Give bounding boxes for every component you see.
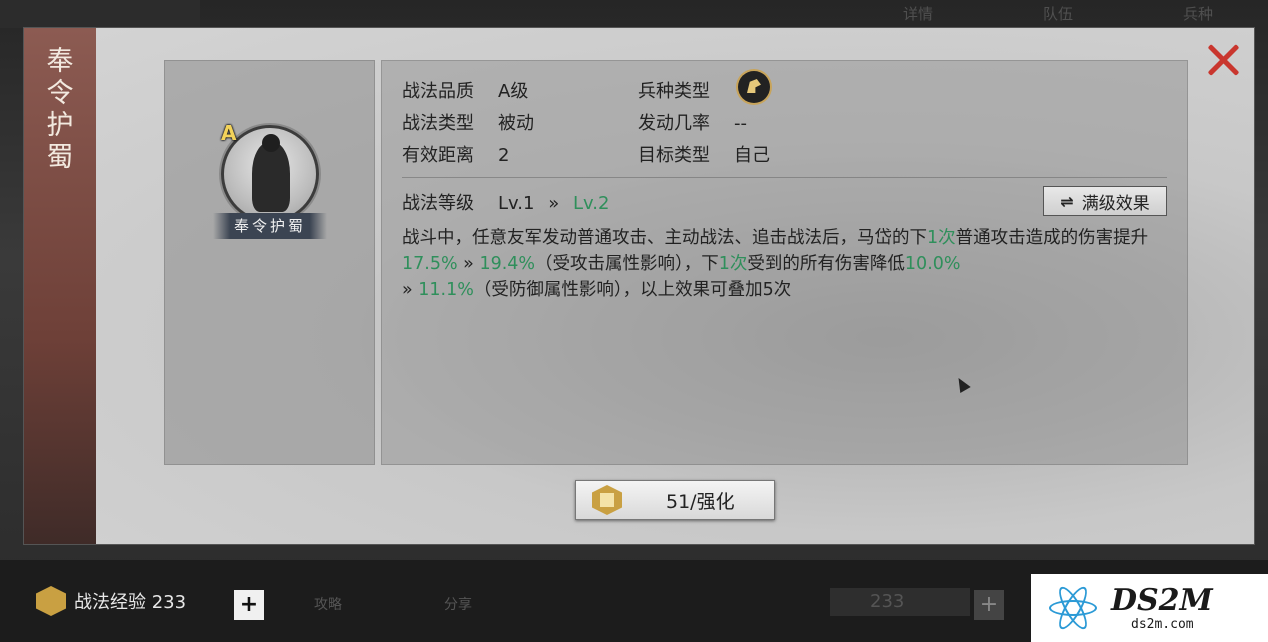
bg-coin-plus: +	[974, 590, 1004, 620]
skill-portrait-box: A 奉令护蜀	[164, 60, 375, 465]
attr-value: 2	[498, 145, 510, 166]
cavalry-horse-icon	[738, 71, 770, 103]
attr-type: 战法类型 被动	[402, 109, 534, 135]
skill-exp-icon	[592, 485, 622, 515]
desc-text: 受到的所有伤害降低	[747, 254, 905, 274]
desc-highlight: 1次	[927, 228, 956, 248]
watermark-logo: DS2M ds2m.com	[1031, 574, 1268, 642]
bg-share-item: 分享	[444, 597, 472, 613]
desc-text: （受攻击属性影响），下	[535, 254, 719, 274]
watermark-url: ds2m.com	[1131, 616, 1194, 632]
attr-value: A级	[498, 81, 529, 102]
attr-target-type: 目标类型 自己	[638, 141, 770, 167]
skill-info-box: 战法品质 A级 战法类型 被动 有效距离 2 兵种类型 发动几率 -- 目标类型 自己 战…	[381, 60, 1188, 465]
attr-label: 目标类型	[638, 145, 710, 166]
attr-value: 自己	[734, 145, 770, 166]
attr-value: 被动	[498, 113, 534, 134]
level-next: Lv.2	[572, 193, 610, 214]
skill-exp-icon	[36, 586, 66, 616]
skill-level-row: 战法等级 Lv.1 » Lv.2	[402, 189, 609, 215]
bg-tab-details: 详情	[902, 5, 933, 23]
skill-exp-label: 战法经验 233	[74, 592, 187, 613]
attr-label: 有效距离	[402, 145, 474, 166]
max-level-effect-button[interactable]: ⇌ 满级效果	[1043, 186, 1167, 216]
watermark-text: DS2M ds2m.com	[1111, 582, 1213, 632]
attr-range: 有效距离 2	[402, 141, 509, 167]
skill-name-banner: 奉令护蜀	[213, 213, 327, 239]
max-effect-label: 满级效果	[1081, 193, 1150, 214]
attr-label: 战法类型	[402, 113, 474, 134]
desc-highlight: 19.4%	[479, 254, 536, 274]
side-title-tab: 奉令护蜀	[24, 28, 96, 544]
bg-tab-troops: 兵种	[1182, 5, 1213, 23]
side-title: 奉令护蜀	[46, 46, 74, 173]
desc-arrow: »	[457, 254, 480, 274]
bg-strategy-item: 攻略	[314, 597, 342, 613]
attr-label: 兵种类型	[638, 81, 710, 102]
watermark-title: DS2M	[1111, 582, 1213, 618]
close-button[interactable]	[1206, 42, 1240, 76]
attr-label: 战法品质	[402, 81, 474, 102]
level-arrow-icon: »	[548, 193, 560, 214]
attr-trigger-rate: 发动几率 --	[638, 109, 747, 135]
desc-text: （受防御属性影响），以上效果可叠加5次	[473, 280, 792, 300]
warrior-head-icon	[262, 134, 280, 152]
skill-exp: 战法经验 233	[36, 586, 186, 616]
bg-coin-counter: 233	[830, 588, 970, 616]
upgrade-button[interactable]: 51/强化	[575, 480, 775, 520]
desc-highlight: 11.1%	[418, 280, 474, 300]
attr-value: --	[734, 113, 747, 134]
bg-tab-team: 队伍	[1042, 5, 1073, 23]
desc-arrow: »	[402, 280, 419, 300]
desc-highlight: 10.0%	[904, 254, 961, 274]
background-header	[0, 0, 200, 28]
atom-logo-icon	[1045, 580, 1101, 636]
swap-icon: ⇌	[1060, 191, 1074, 211]
add-exp-button[interactable]: +	[234, 590, 264, 620]
divider	[402, 177, 1167, 178]
desc-text: 战斗中，任意友军发动普通攻击、主动战法、追击战法后，马岱的下	[402, 228, 927, 248]
desc-highlight: 17.5%	[402, 254, 458, 274]
attr-quality: 战法品质 A级	[402, 77, 528, 103]
upgrade-label: 51/强化	[666, 490, 735, 513]
background-tabs: 详情 队伍 兵种	[800, 0, 1268, 28]
level-current: Lv.1	[498, 193, 535, 214]
desc-text: 普通攻击造成的伤害提升	[955, 228, 1149, 248]
skill-detail-panel: 奉令护蜀 A 奉令护蜀 战法品质 A级 战法类型 被动 有效距离 2 兵种类型 发动几…	[24, 28, 1254, 544]
skill-description: 战斗中，任意友军发动普通攻击、主动战法、追击战法后，马岱的下1次普通攻击造成的伤…	[402, 225, 1172, 303]
level-label: 战法等级	[402, 193, 474, 214]
attr-label: 发动几率	[638, 113, 710, 134]
warrior-figure-icon	[252, 142, 290, 212]
skill-grade-badge: A	[221, 121, 237, 145]
attr-unit-type: 兵种类型	[638, 77, 734, 103]
desc-highlight: 1次	[718, 254, 748, 274]
